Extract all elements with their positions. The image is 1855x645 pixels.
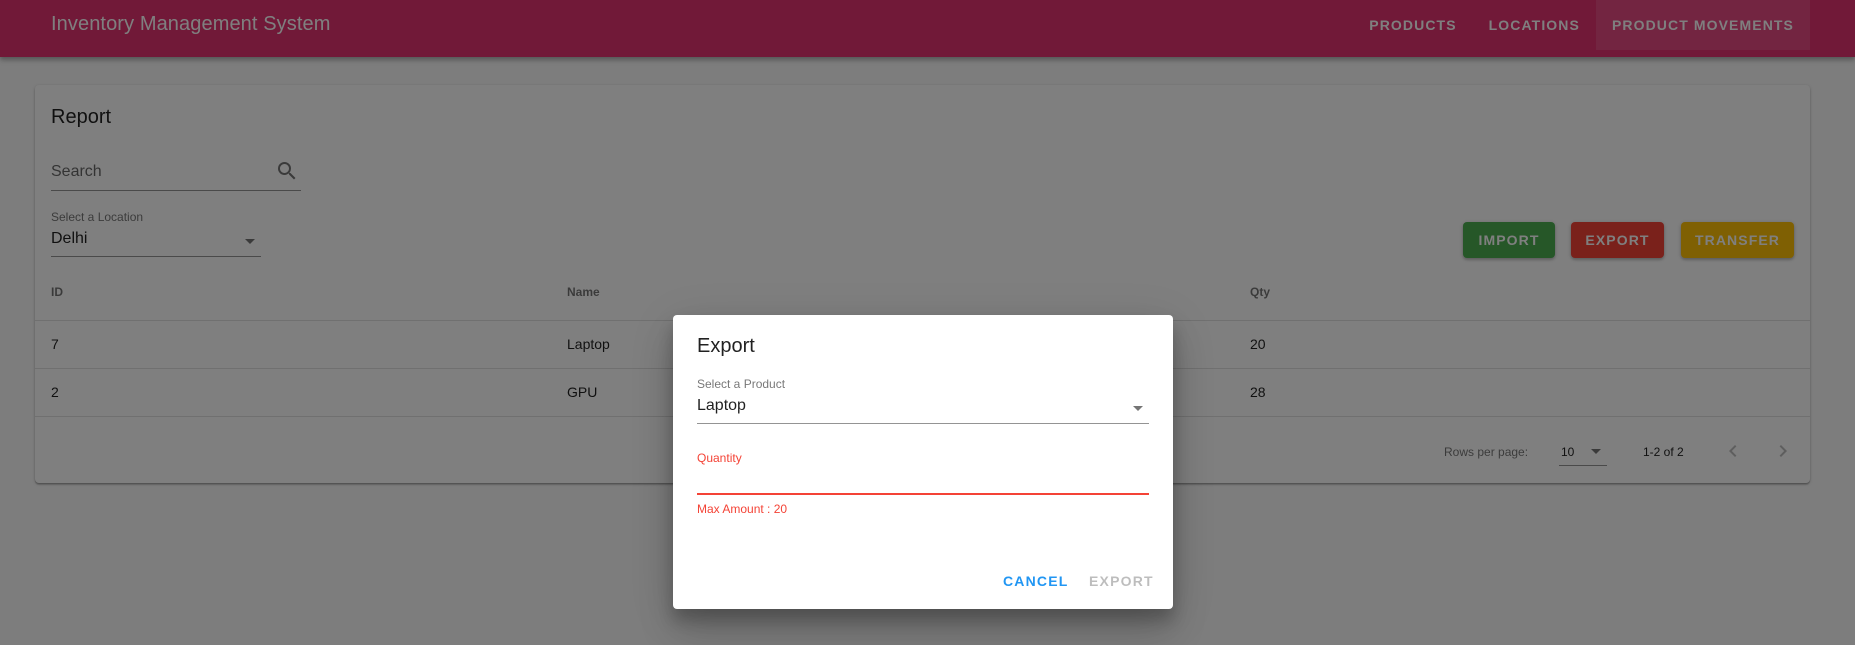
dialog-export-button[interactable]: EXPORT bbox=[1089, 573, 1154, 589]
product-select[interactable]: Laptop bbox=[697, 392, 1149, 424]
quantity-helper-text: Max Amount : 20 bbox=[697, 502, 788, 516]
product-value: Laptop bbox=[697, 397, 746, 414]
dialog-title: Export bbox=[697, 335, 755, 357]
chevron-down-icon bbox=[1133, 406, 1143, 411]
quantity-label: Quantity bbox=[697, 451, 742, 465]
export-dialog: Export Select a Product Laptop Quantity … bbox=[673, 315, 1173, 609]
product-label: Select a Product bbox=[697, 377, 786, 391]
cancel-button[interactable]: CANCEL bbox=[1003, 573, 1069, 589]
quantity-field[interactable] bbox=[697, 465, 1149, 495]
